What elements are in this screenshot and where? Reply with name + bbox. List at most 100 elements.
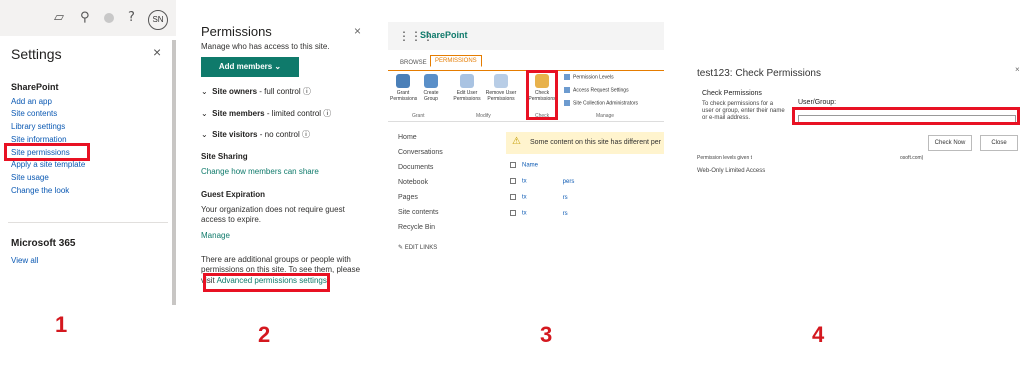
row-checkbox[interactable] — [510, 210, 516, 216]
row-checkbox[interactable] — [510, 194, 516, 200]
user-group-label: User/Group: — [798, 99, 837, 106]
view-all-link[interactable]: View all — [11, 256, 38, 265]
sharepoint-permissions-page: ⋮⋮⋮ SharePoint BROWSE PERMISSIONS Grant … — [388, 22, 664, 290]
check-now-button[interactable]: Check Now — [928, 135, 972, 151]
close-icon[interactable]: × — [153, 44, 161, 60]
highlight-user-group-input — [792, 107, 1020, 125]
select-all-checkbox[interactable] — [510, 162, 516, 168]
suite-bar: ⋮⋮⋮ SharePoint — [388, 22, 664, 50]
permissions-panel: Permissions × Manage who has access to t… — [188, 10, 368, 300]
group-level: - full control ⓘ — [257, 87, 311, 96]
table-row[interactable]: tx pers — [510, 178, 574, 185]
nav-conversations[interactable]: Conversations — [398, 149, 443, 156]
row-name[interactable]: tx — [522, 179, 527, 185]
check-permissions-dialog: test123: Check Permissions × Check Permi… — [680, 55, 1024, 205]
permissions-title: Permissions — [201, 24, 272, 39]
avatar[interactable]: SN — [148, 10, 168, 30]
divider — [8, 222, 168, 223]
guest-text-line1: Your organization does not require guest — [201, 205, 345, 214]
edit-user-icon — [460, 74, 474, 88]
section-m365: Microsoft 365 — [11, 238, 76, 249]
permissions-subtitle: Manage who has access to this site. — [201, 42, 330, 51]
gear-icon[interactable] — [104, 13, 114, 23]
menu-apply-site-template[interactable]: Apply a site template — [11, 160, 85, 169]
step-number-3: 3 — [540, 322, 553, 347]
result-suffix: osoft.com) — [900, 155, 924, 161]
row-checkbox[interactable] — [510, 178, 516, 184]
remove-user-permissions-button[interactable]: Remove User Permissions — [484, 74, 518, 102]
nav-site-contents[interactable]: Site contents — [398, 209, 438, 216]
row-type: rs — [562, 194, 568, 201]
nav-pages[interactable]: Pages — [398, 194, 418, 201]
chevron-icon: ⌄ — [201, 109, 213, 118]
ribbon-tabs: BROWSE PERMISSIONS — [388, 55, 664, 71]
guest-text-line2: access to expire. — [201, 215, 262, 224]
additional-text-line1: There are additional groups or people wi… — [201, 255, 351, 264]
group-label-grant: Grant — [412, 113, 425, 119]
share-icon[interactable]: ⚲ — [80, 10, 90, 25]
step-number-1: 1 — [55, 312, 68, 337]
close-button[interactable]: Close — [980, 135, 1018, 151]
grant-permissions-button[interactable]: Grant Permissions — [390, 74, 417, 102]
table-row[interactable]: tx rs — [510, 194, 568, 201]
dialog-title: test123: Check Permissions — [697, 68, 821, 79]
brand-title[interactable]: SharePoint — [420, 30, 468, 40]
close-icon[interactable]: × — [354, 24, 361, 38]
create-group-button[interactable]: Create Group — [420, 74, 442, 102]
tab-permissions[interactable]: PERMISSIONS — [430, 55, 482, 67]
result-value: Web-Only Limited Access — [697, 168, 766, 174]
table-row[interactable]: tx rs — [510, 210, 568, 217]
group-site-owners[interactable]: ⌄ Site owners - full control ⓘ — [201, 86, 311, 97]
nav-documents[interactable]: Documents — [398, 164, 433, 171]
group-level: - limited control ⓘ — [264, 109, 332, 118]
button-label: Edit User Permissions — [453, 90, 481, 102]
button-label: Permission Levels — [573, 74, 614, 81]
highlight-check-permissions — [526, 70, 558, 120]
group-name: Site members — [212, 109, 265, 118]
warning-banner: ⚠ Some content on this site has differen… — [506, 132, 664, 154]
manage-link[interactable]: Manage — [201, 231, 230, 240]
edit-user-permissions-button[interactable]: Edit User Permissions — [452, 74, 482, 102]
remove-user-icon — [494, 74, 508, 88]
button-label: Access Request Settings — [573, 87, 629, 94]
warning-icon: ⚠ — [512, 136, 521, 147]
menu-library-settings[interactable]: Library settings — [11, 122, 65, 131]
chat-icon[interactable]: ▱ — [54, 10, 64, 25]
highlight-site-permissions — [4, 143, 90, 161]
nav-home[interactable]: Home — [398, 134, 417, 141]
help-icon[interactable]: ? — [128, 10, 135, 25]
chevron-icon: ⌄ — [201, 87, 213, 96]
scrollbar[interactable] — [172, 40, 176, 305]
menu-change-the-look[interactable]: Change the look — [11, 186, 69, 195]
step-number-2: 2 — [258, 322, 271, 347]
button-label: Site Collection Administrators — [573, 100, 639, 107]
site-collection-admins-button[interactable]: Site Collection Administrators — [564, 100, 638, 106]
section-heading: Check Permissions — [702, 90, 762, 97]
close-icon[interactable]: × — [1015, 65, 1020, 74]
column-name[interactable]: Name — [522, 163, 538, 169]
edit-links[interactable]: ✎ EDIT LINKS — [398, 244, 437, 251]
row-name[interactable]: tx — [522, 195, 527, 201]
admins-icon — [564, 100, 570, 106]
highlight-advanced-link — [203, 273, 330, 292]
site-sharing-heading: Site Sharing — [201, 152, 248, 161]
nav-notebook[interactable]: Notebook — [398, 179, 428, 186]
levels-icon — [564, 74, 570, 80]
group-site-members[interactable]: ⌄ Site members - limited control ⓘ — [201, 108, 331, 119]
group-site-visitors[interactable]: ⌄ Site visitors - no control ⓘ — [201, 129, 310, 140]
menu-site-usage[interactable]: Site usage — [11, 173, 49, 182]
settings-title: Settings — [11, 46, 62, 62]
chevron-icon: ⌄ — [201, 130, 213, 139]
menu-add-an-app[interactable]: Add an app — [11, 97, 52, 106]
menu-site-contents[interactable]: Site contents — [11, 109, 57, 118]
permission-levels-button[interactable]: Permission Levels — [564, 74, 614, 80]
grant-icon — [396, 74, 410, 88]
access-request-settings-button[interactable]: Access Request Settings — [564, 87, 629, 93]
nav-recycle-bin[interactable]: Recycle Bin — [398, 224, 435, 231]
change-sharing-link[interactable]: Change how members can share — [201, 167, 319, 176]
group-label-modify: Modify — [476, 113, 491, 119]
result-label: Permission levels given t — [697, 155, 753, 161]
tab-browse[interactable]: BROWSE — [396, 58, 431, 68]
row-name[interactable]: tx — [522, 211, 527, 217]
add-members-button[interactable]: Add members ⌄ — [201, 57, 299, 77]
